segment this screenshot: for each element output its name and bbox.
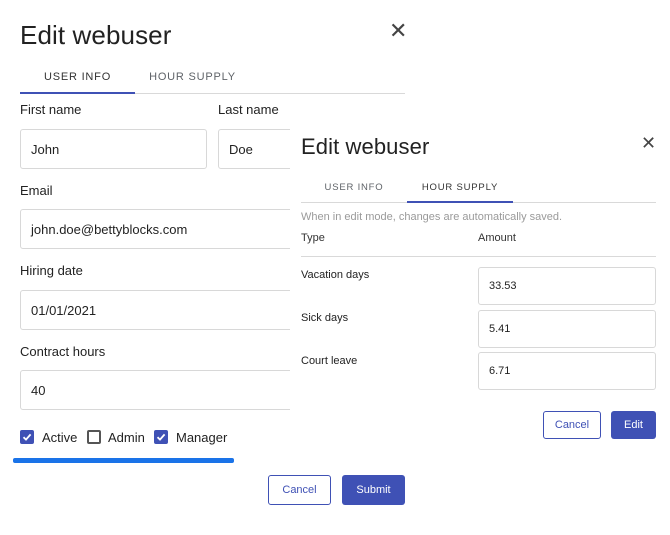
first-name-value: John <box>31 141 60 157</box>
dialog-title: Edit webuser <box>20 20 172 50</box>
manager-label: Manager <box>176 430 228 445</box>
manager-checkbox[interactable] <box>154 430 168 444</box>
close-icon[interactable]: ✕ <box>641 134 656 152</box>
amount-field[interactable]: 5.41 <box>478 310 656 348</box>
hiring-date-field[interactable]: 01/01/2021 <box>20 290 310 330</box>
highlight-underline <box>13 458 234 463</box>
contract-hours-value: 40 <box>31 382 46 398</box>
amount-field[interactable]: 6.71 <box>478 352 656 390</box>
edit-button[interactable]: Edit <box>611 411 656 439</box>
amount-value: 6.71 <box>489 365 511 377</box>
active-label: Active <box>42 430 78 445</box>
amount-value: 5.41 <box>489 323 511 335</box>
cancel-button[interactable]: Cancel <box>268 475 331 505</box>
tab-active-indicator <box>407 201 513 203</box>
dialog-title: Edit webuser <box>301 134 430 159</box>
autosave-hint: When in edit mode, changes are automatic… <box>301 211 563 223</box>
hiring-date-value: 01/01/2021 <box>31 302 97 318</box>
amount-field[interactable]: 33.53 <box>478 267 656 305</box>
first-name-label: First name <box>20 102 82 117</box>
row-type-label: Sick days <box>301 312 349 324</box>
amount-value: 33.53 <box>489 280 517 292</box>
check-icon <box>22 433 32 441</box>
email-label: Email <box>20 183 53 198</box>
tab-hour-supply[interactable]: HOUR SUPPLY <box>135 71 250 83</box>
tab-user-info[interactable]: USER INFO <box>301 182 407 193</box>
table-header-divider <box>301 256 656 257</box>
row-type-label: Court leave <box>301 355 358 367</box>
contract-hours-label: Contract hours <box>20 344 106 359</box>
tab-active-indicator <box>20 92 135 94</box>
check-icon <box>156 433 166 441</box>
admin-label: Admin <box>108 430 145 445</box>
last-name-label: Last name <box>218 102 279 117</box>
tab-hour-supply[interactable]: HOUR SUPPLY <box>407 182 513 193</box>
tab-user-info[interactable]: USER INFO <box>20 71 135 83</box>
email-value: john.doe@bettyblocks.com <box>31 221 188 237</box>
last-name-value: Doe <box>229 141 253 157</box>
close-icon[interactable]: ✕ <box>389 20 407 42</box>
contract-hours-field[interactable]: 40 <box>20 370 310 410</box>
amount-column-header: Amount <box>478 232 516 244</box>
hiring-date-label: Hiring date <box>20 263 83 278</box>
cancel-button[interactable]: Cancel <box>543 411 601 439</box>
active-checkbox[interactable] <box>20 430 34 444</box>
admin-checkbox[interactable] <box>87 430 101 444</box>
submit-button[interactable]: Submit <box>342 475 405 505</box>
first-name-field[interactable]: John <box>20 129 207 169</box>
row-type-label: Vacation days <box>301 269 370 281</box>
type-column-header: Type <box>301 232 325 244</box>
email-field[interactable]: john.doe@bettyblocks.com <box>20 209 310 249</box>
